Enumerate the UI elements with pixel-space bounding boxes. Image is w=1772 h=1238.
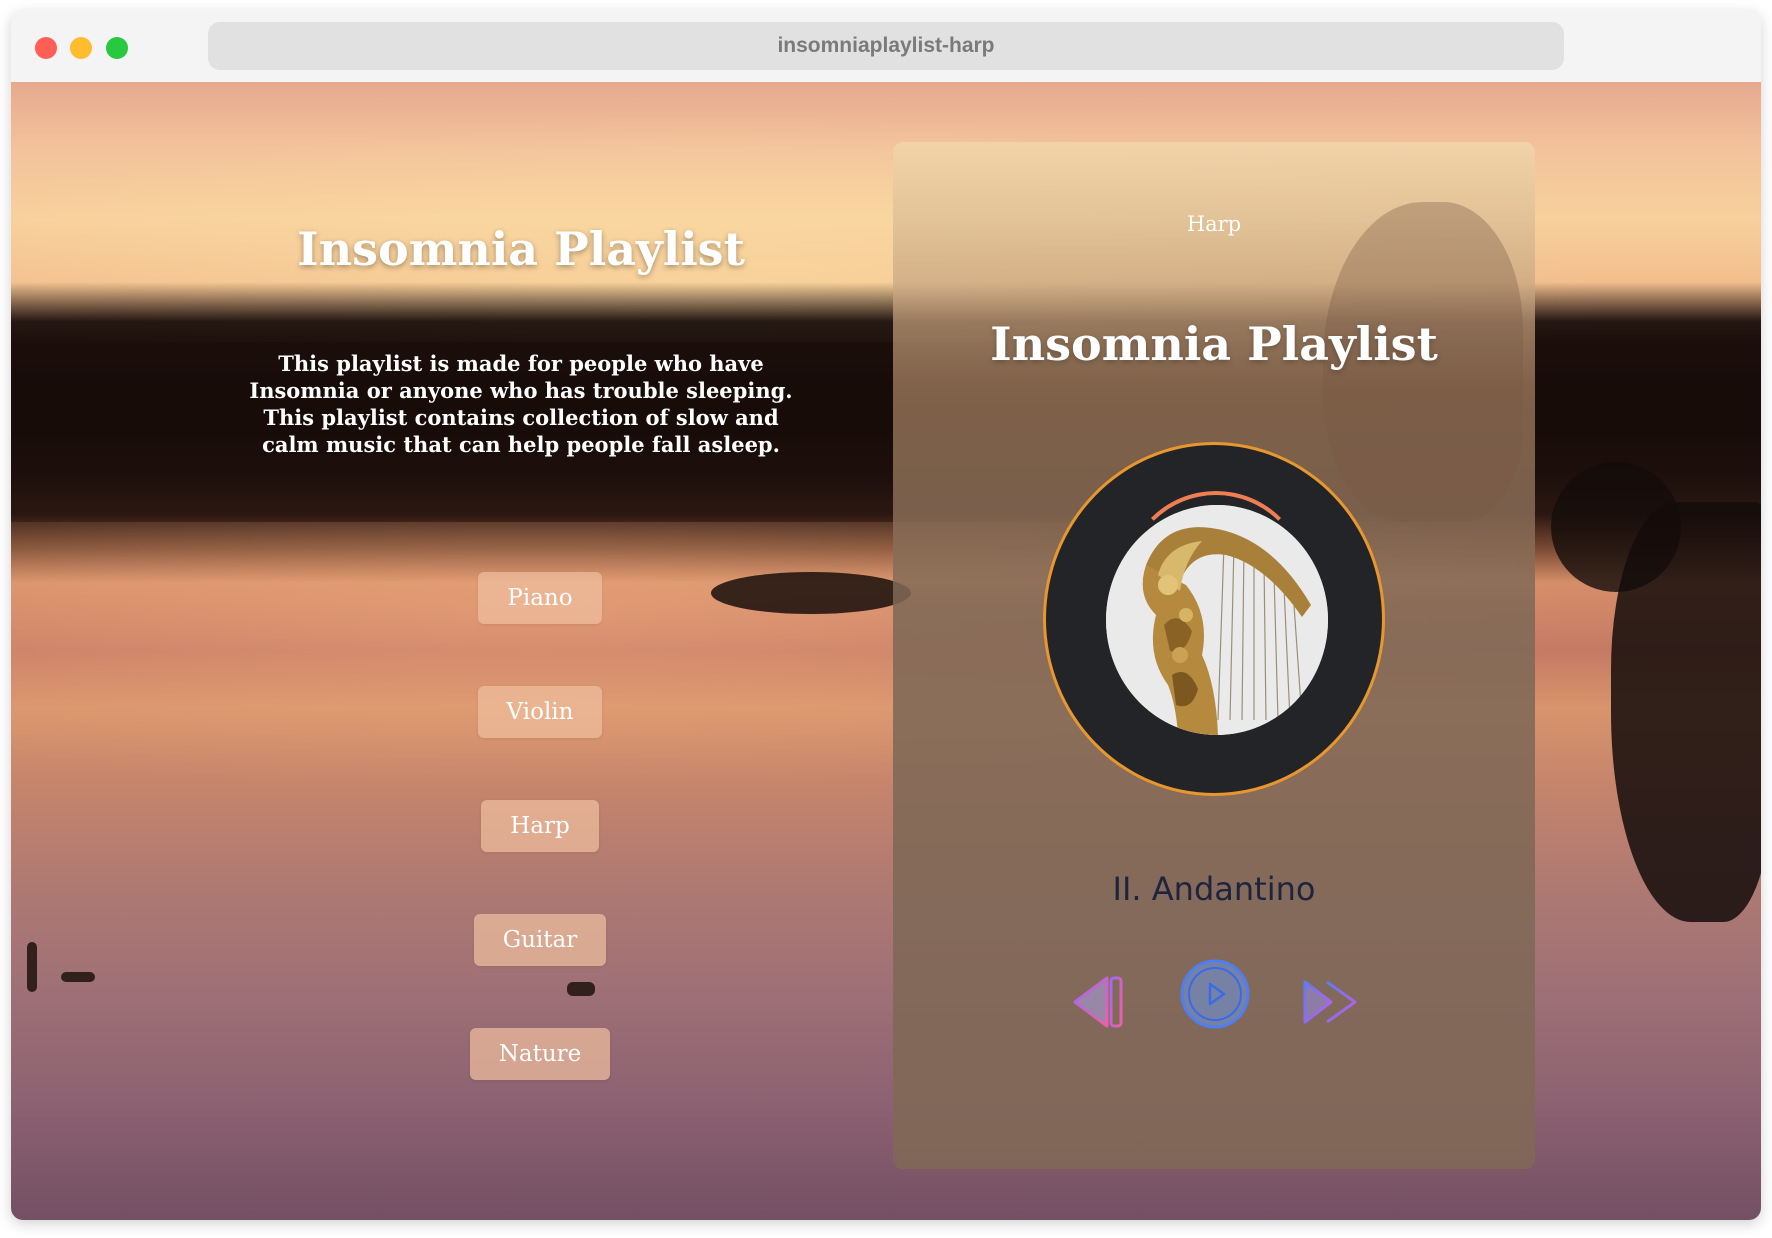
previous-icon: [1073, 976, 1123, 1028]
play-button[interactable]: [1179, 958, 1251, 1030]
category-button-guitar[interactable]: Guitar: [474, 914, 606, 966]
album-disc: [1043, 442, 1385, 796]
page-description: This playlist is made for people who hav…: [249, 351, 793, 457]
next-icon: [1303, 980, 1357, 1024]
address-bar[interactable]: insomniaplaylist-harp: [208, 22, 1564, 70]
category-label: Piano: [507, 585, 573, 611]
category-button-violin[interactable]: Violin: [478, 686, 602, 738]
previous-button[interactable]: [1067, 970, 1131, 1034]
harp-icon: [1106, 505, 1328, 735]
intro-panel: Insomnia Playlist This playlist is made …: [211, 82, 831, 1220]
category-label: Nature: [498, 1041, 582, 1067]
browser-titlebar: insomniaplaylist-harp: [11, 10, 1761, 82]
player-category: Harp: [1186, 212, 1242, 236]
category-button-piano[interactable]: Piano: [478, 572, 602, 624]
category-button-nature[interactable]: Nature: [470, 1028, 610, 1080]
reed-silhouette: [61, 972, 95, 982]
player-title: Insomnia Playlist: [990, 317, 1438, 371]
next-button[interactable]: [1299, 970, 1363, 1034]
close-window-button[interactable]: [35, 37, 57, 59]
harp-cover-art: [1106, 505, 1328, 735]
maximize-window-button[interactable]: [106, 37, 128, 59]
category-label: Violin: [506, 699, 574, 725]
music-player-card: Harp Insomnia Playlist II. Andantino: [893, 142, 1535, 1169]
track-title: II. Andantino: [1112, 870, 1316, 908]
category-button-harp[interactable]: Harp: [481, 800, 599, 852]
page-viewport: Insomnia Playlist This playlist is made …: [11, 82, 1761, 1220]
page-title: Insomnia Playlist: [297, 222, 745, 276]
category-label: Harp: [510, 813, 570, 839]
category-label: Guitar: [502, 927, 578, 953]
play-icon: [1180, 959, 1250, 1029]
reed-silhouette: [27, 942, 37, 992]
browser-window: insomniaplaylist-harp Insomnia Playlist …: [11, 10, 1761, 1220]
rock-silhouette: [1611, 502, 1761, 922]
address-bar-text: insomniaplaylist-harp: [777, 34, 995, 57]
minimize-window-button[interactable]: [70, 37, 92, 59]
